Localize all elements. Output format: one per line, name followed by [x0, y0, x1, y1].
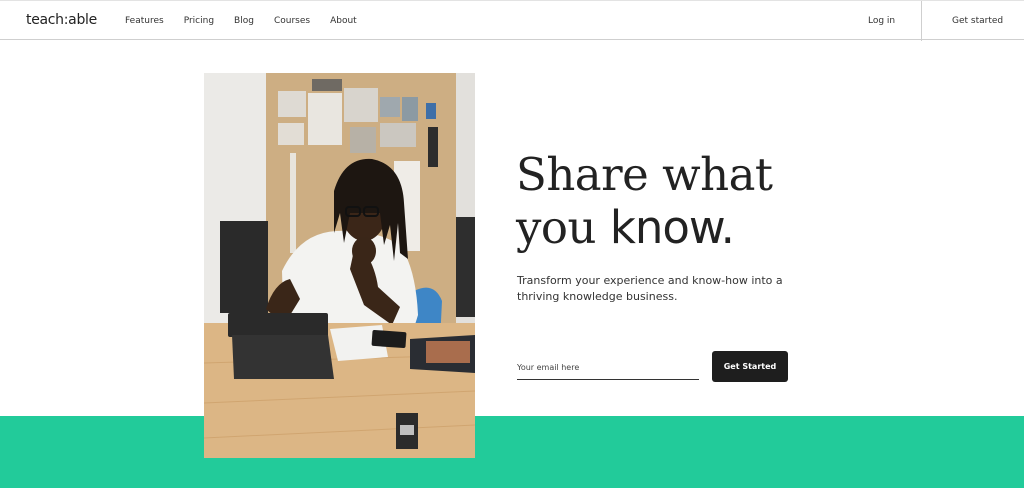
nav-item-courses[interactable]: Courses — [274, 16, 310, 26]
nav-item-blog[interactable]: Blog — [234, 16, 254, 26]
nav-item-features[interactable]: Features — [125, 16, 164, 26]
main-nav: Features Pricing Blog Courses About — [125, 16, 377, 26]
teachable-logo[interactable]: teach:able — [26, 12, 97, 28]
headline-line-2-regular: you — [516, 201, 610, 254]
header-divider — [921, 1, 922, 41]
nav-item-about[interactable]: About — [330, 16, 357, 26]
hero-subtext: Transform your experience and know-how i… — [517, 274, 783, 303]
headline-line-2-emphasis: know. — [609, 201, 735, 254]
hero-photo — [204, 73, 475, 458]
get-started-button[interactable]: Get Started — [712, 351, 788, 382]
login-link[interactable]: Log in — [868, 16, 895, 26]
headline-line-1: Share what — [516, 148, 773, 201]
accent-band — [0, 416, 1024, 488]
get-started-link[interactable]: Get started — [952, 16, 1003, 26]
hero-headline: Share what you know. — [516, 148, 816, 254]
email-input[interactable] — [517, 356, 699, 380]
nav-item-pricing[interactable]: Pricing — [184, 16, 214, 26]
page: teach:able Features Pricing Blog Courses… — [0, 0, 1024, 488]
top-navbar: teach:able Features Pricing Blog Courses… — [0, 0, 1024, 41]
